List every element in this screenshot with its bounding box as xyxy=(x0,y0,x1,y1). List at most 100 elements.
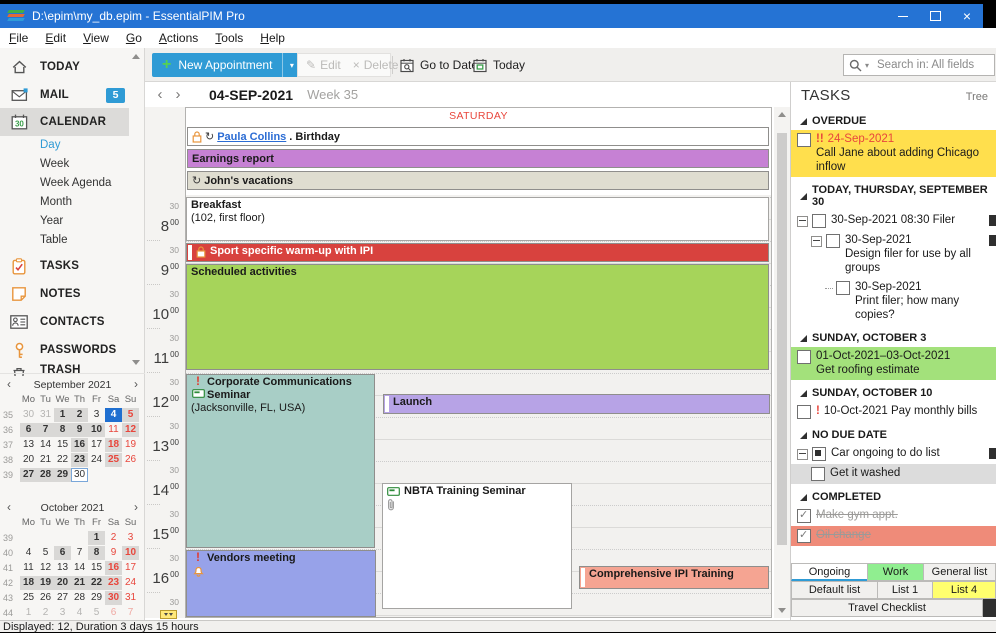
sidebar-view-day[interactable]: Day xyxy=(40,136,130,155)
tree-expander-icon[interactable] xyxy=(811,236,822,247)
sidebar-view-week-agenda[interactable]: Week Agenda xyxy=(40,174,130,193)
expander-icon[interactable] xyxy=(800,432,807,439)
tab-list-1[interactable]: List 1 xyxy=(877,581,933,599)
sidebar-scrollbar[interactable] xyxy=(128,50,144,370)
menu-go[interactable]: Go xyxy=(126,31,142,45)
mini-calendar-day[interactable]: 1 xyxy=(20,606,37,620)
sidebar-item-passwords[interactable]: PASSWORDS xyxy=(0,336,145,364)
mini-calendar-day[interactable]: 14 xyxy=(37,438,54,452)
task-row[interactable]: 30-Sep-2021Design filer for use by all g… xyxy=(791,231,996,278)
menu-view[interactable]: View xyxy=(83,31,109,45)
sidebar-item-tasks[interactable]: TASKS xyxy=(0,252,145,280)
mini-calendar-day[interactable]: 4 xyxy=(105,408,122,422)
task-row[interactable]: 30-Sep-2021 08:30 Filer xyxy=(791,211,996,231)
mini-calendar-day[interactable]: 19 xyxy=(37,576,54,590)
mini-calendar-day[interactable]: 9 xyxy=(105,546,122,560)
new-appointment-button[interactable]: +New Appointment ▾ xyxy=(152,53,300,77)
minimize-button[interactable] xyxy=(887,4,919,28)
mini-calendar-day[interactable]: 28 xyxy=(71,591,88,605)
mini-calendar-day[interactable]: 17 xyxy=(122,561,139,575)
tab-list-4[interactable]: List 4 xyxy=(932,581,996,599)
allday-area[interactable]: ↻Paula Collins. BirthdayEarnings report↻… xyxy=(186,125,771,195)
maximize-button[interactable] xyxy=(919,4,951,28)
task-row[interactable]: Make gym appt. xyxy=(791,506,996,526)
expander-icon[interactable] xyxy=(800,335,807,342)
mini-calendar-day[interactable]: 5 xyxy=(37,546,54,560)
tab-work[interactable]: Work xyxy=(867,563,924,581)
event-vendors-meeting[interactable]: !Vendors meeting xyxy=(186,550,376,617)
sidebar-item-mail[interactable]: MAIL5 xyxy=(0,81,145,109)
task-checkbox[interactable] xyxy=(797,350,811,364)
mini-calendar-day[interactable]: 11 xyxy=(105,423,122,437)
task-row[interactable]: Oil change xyxy=(791,526,996,546)
task-row[interactable]: Get it washed xyxy=(791,464,996,484)
allday-event-birthday[interactable]: ↻Paula Collins. Birthday xyxy=(187,127,769,146)
mini-calendar-day[interactable]: 30 xyxy=(71,468,88,482)
mini-calendar-day[interactable]: 31 xyxy=(122,591,139,605)
mini-calendar-day[interactable]: 21 xyxy=(71,576,88,590)
mini-calendar-day[interactable]: 17 xyxy=(88,438,105,452)
event-launch[interactable]: Launch xyxy=(383,394,770,414)
mini-calendar-day[interactable]: 6 xyxy=(54,546,71,560)
next-month-icon[interactable]: › xyxy=(129,378,143,391)
mini-calendar-day[interactable]: 14 xyxy=(71,561,88,575)
mini-calendar-day[interactable]: 30 xyxy=(105,591,122,605)
mini-calendar-day[interactable]: 22 xyxy=(54,453,71,467)
mini-calendar-day[interactable]: 27 xyxy=(54,591,71,605)
mini-calendar-day[interactable]: 23 xyxy=(71,453,88,467)
task-group-header[interactable]: OVERDUE xyxy=(791,115,996,127)
mini-calendar-day[interactable]: 13 xyxy=(54,561,71,575)
menu-actions[interactable]: Actions xyxy=(159,31,198,45)
clipped-tab[interactable] xyxy=(983,599,996,617)
mini-calendar-day[interactable]: 1 xyxy=(54,408,71,422)
tab-travel-checklist[interactable]: Travel Checklist xyxy=(791,599,983,617)
next-day-button[interactable]: › xyxy=(169,86,187,103)
mini-calendar-day[interactable]: 2 xyxy=(37,606,54,620)
mini-calendar-day[interactable]: 31 xyxy=(37,408,54,422)
prev-month-icon[interactable]: ‹ xyxy=(2,501,16,514)
mini-calendar-day[interactable]: 19 xyxy=(122,438,139,452)
mini-calendar-day[interactable]: 7 xyxy=(71,546,88,560)
menu-tools[interactable]: Tools xyxy=(215,31,243,45)
task-group-header[interactable]: SUNDAY, OCTOBER 10 xyxy=(791,387,996,399)
sidebar-item-notes[interactable]: NOTES xyxy=(0,280,145,308)
event-corporate-seminar[interactable]: !Corporate Communications Seminar(Jackso… xyxy=(186,374,375,548)
mini-calendar-day[interactable]: 3 xyxy=(122,531,139,545)
close-button[interactable]: × xyxy=(951,4,983,28)
mini-calendar-day[interactable]: 20 xyxy=(20,453,37,467)
allday-event-johns-vacations[interactable]: ↻John's vacations xyxy=(187,171,769,190)
mini-calendar-day[interactable]: 3 xyxy=(54,606,71,620)
mini-calendar-day[interactable]: 5 xyxy=(88,606,105,620)
mini-calendar-day[interactable]: 10 xyxy=(88,423,105,437)
tree-expander-icon[interactable] xyxy=(797,216,808,227)
mini-calendar-day[interactable]: 16 xyxy=(105,561,122,575)
mini-calendar-day[interactable]: 25 xyxy=(20,591,37,605)
event-comprehensive-training[interactable]: Comprehensive IPI Training xyxy=(579,566,769,589)
task-checkbox[interactable] xyxy=(797,529,811,543)
search-dropdown-icon[interactable]: ▾ xyxy=(865,61,869,70)
expander-icon[interactable] xyxy=(800,193,807,200)
task-row[interactable]: !!24-Sep-2021Call Jane about adding Chic… xyxy=(791,130,996,177)
mini-calendar-day[interactable]: 4 xyxy=(20,546,37,560)
event-scheduled-activities[interactable]: Scheduled activities xyxy=(186,264,769,370)
mini-calendar-day[interactable]: 15 xyxy=(54,438,71,452)
mini-calendar-day[interactable]: 18 xyxy=(20,576,37,590)
mini-calendar-day[interactable]: 8 xyxy=(54,423,71,437)
mini-calendar-day[interactable]: 30 xyxy=(20,408,37,422)
task-group-header[interactable]: TODAY, THURSDAY, SEPTEMBER 30 xyxy=(791,184,996,208)
menu-edit[interactable]: Edit xyxy=(45,31,66,45)
mini-calendar-day[interactable]: 12 xyxy=(122,423,139,437)
mini-calendar-day[interactable]: 10 xyxy=(122,546,139,560)
task-checkbox[interactable] xyxy=(797,405,811,419)
mini-calendar-day[interactable]: 9 xyxy=(71,423,88,437)
edit-button[interactable]: ✎Edit xyxy=(306,58,341,72)
mini-calendar-day[interactable]: 29 xyxy=(54,468,71,482)
mini-calendar-day[interactable]: 8 xyxy=(88,546,105,560)
task-checkbox[interactable] xyxy=(811,467,825,481)
tab-general-list[interactable]: General list xyxy=(923,563,996,581)
tab-default-list[interactable]: Default list xyxy=(791,581,878,599)
mini-calendar-day[interactable]: 6 xyxy=(105,606,122,620)
mini-calendar-day[interactable]: 25 xyxy=(105,453,122,467)
task-group-header[interactable]: COMPLETED xyxy=(791,491,996,503)
mini-calendar-day[interactable]: 13 xyxy=(20,438,37,452)
